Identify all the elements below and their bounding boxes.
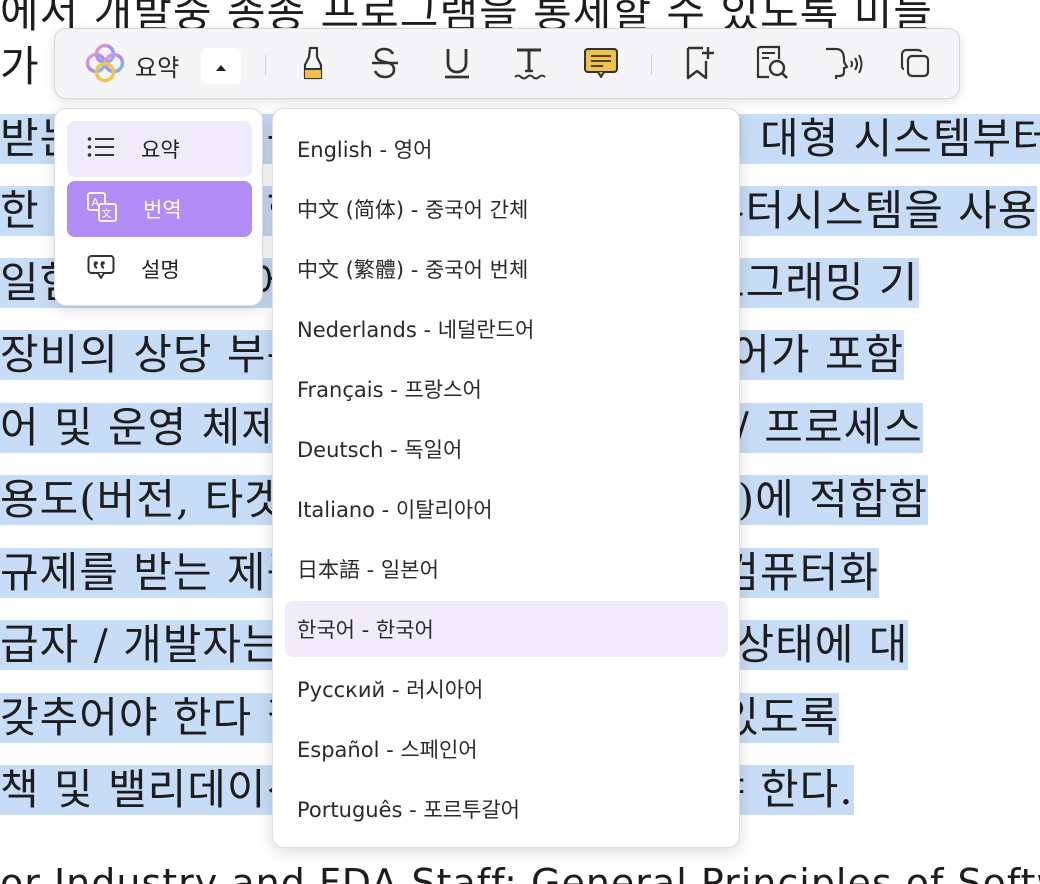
comment-icon [583, 46, 619, 84]
explain-icon [87, 254, 115, 284]
underline-button[interactable] [435, 43, 479, 87]
bookmark-add-icon [683, 45, 715, 85]
list-icon [87, 136, 115, 162]
squiggly-text-icon [512, 45, 546, 85]
ai-assistant-button[interactable]: 요약 [85, 43, 179, 87]
highlighter-icon [298, 45, 328, 85]
read-aloud-button[interactable] [821, 43, 865, 87]
toolbar-divider [265, 55, 266, 75]
copy-icon [899, 47, 931, 83]
annotation-toolbar: 요약 [54, 28, 960, 99]
ai-mode-label: 요약 [135, 53, 180, 82]
language-option-korean[interactable]: 한국어 - 한국어 [285, 601, 728, 657]
strikethrough-icon [369, 46, 401, 84]
language-option-portuguese[interactable]: Português - 포르투갈어 [285, 781, 728, 837]
ai-menu-item-summarize[interactable]: 요약 [67, 121, 252, 177]
read-aloud-icon [822, 45, 864, 85]
language-option-spanish[interactable]: Español - 스페인어 [285, 721, 728, 777]
language-option-english[interactable]: English - 영어 [285, 121, 728, 177]
translate-icon: A 文 [87, 192, 117, 226]
caret-up-icon [215, 57, 227, 76]
ai-menu-item-label: 번역 [143, 198, 182, 222]
highlighter-button[interactable] [291, 43, 335, 87]
ai-menu-item-label: 요약 [141, 138, 180, 162]
language-option-chinese-traditional[interactable]: 中文 (繁體) - 중국어 번체 [285, 241, 728, 297]
ai-menu-item-explain[interactable]: 설명 [67, 241, 252, 297]
language-option-french[interactable]: Français - 프랑스어 [285, 361, 728, 417]
ai-action-menu: 요약 A 文 번역 설명 [54, 108, 263, 306]
document-line: 가 [0, 42, 40, 91]
language-option-chinese-simplified[interactable]: 中文 (简体) - 중국어 간체 [285, 181, 728, 237]
underline-icon [441, 46, 473, 84]
language-option-russian[interactable]: Русский - 러시아어 [285, 661, 728, 717]
language-menu: English - 영어 中文 (简体) - 중국어 간체 中文 (繁體) - … [272, 108, 740, 848]
language-option-dutch[interactable]: Nederlands - 네덜란드어 [285, 301, 728, 357]
toolbar-divider [651, 55, 652, 75]
squiggly-text-button[interactable] [507, 43, 551, 87]
language-option-japanese[interactable]: 日本語 - 일본어 [285, 541, 728, 597]
ai-menu-item-label: 설명 [141, 258, 180, 282]
language-option-german[interactable]: Deutsch - 독일어 [285, 421, 728, 477]
copy-button[interactable] [893, 43, 937, 87]
strikethrough-button[interactable] [363, 43, 407, 87]
ai-flower-logo-icon [85, 43, 125, 87]
ai-menu-toggle-button[interactable] [201, 48, 241, 84]
svg-text:文: 文 [102, 207, 112, 220]
search-document-icon [753, 45, 789, 85]
ai-menu-item-translate[interactable]: A 文 번역 [67, 181, 252, 237]
comment-button[interactable] [579, 43, 623, 87]
search-document-button[interactable] [749, 43, 793, 87]
document-line: or Industry and FDA Staff: General Princ… [0, 861, 1040, 884]
add-bookmark-button[interactable] [677, 43, 721, 87]
language-option-italian[interactable]: Italiano - 이탈리아어 [285, 481, 728, 537]
